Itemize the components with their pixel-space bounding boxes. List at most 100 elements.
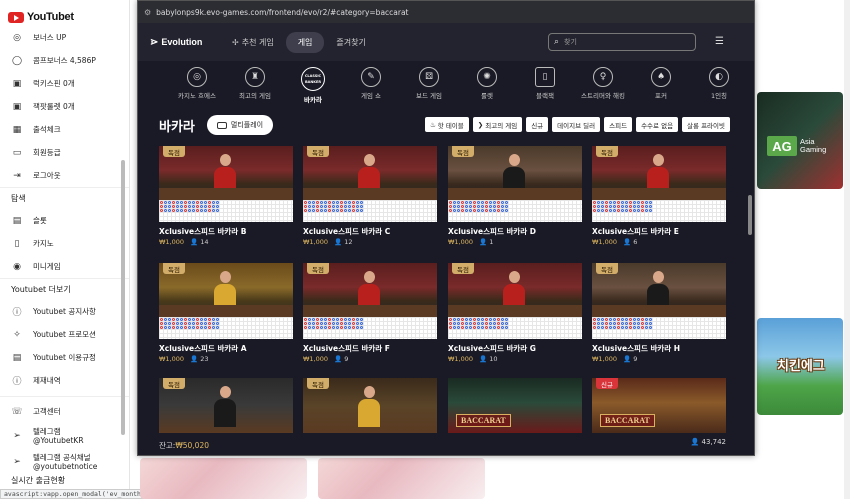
- popup-scrollbar[interactable]: [748, 195, 752, 235]
- sidebar-scrollbar[interactable]: [121, 160, 125, 435]
- player-count: 👤 12: [334, 238, 353, 246]
- bead-road: [159, 200, 293, 222]
- sidebar-item[interactable]: ▦ 출석체크: [0, 118, 129, 141]
- filter-chip[interactable]: 스피드: [604, 117, 633, 132]
- filter-chip[interactable]: 신규: [526, 117, 549, 132]
- exclusive-badge: 독점: [163, 378, 185, 389]
- brand-logo[interactable]: YouTubet: [0, 0, 129, 26]
- sidebar-item[interactable]: ◎ 보너스 UP: [0, 26, 129, 49]
- sparkle-icon: ✧: [13, 329, 21, 340]
- min-bet: ₩1,000: [448, 238, 474, 246]
- game-card[interactable]: 독점 Xclusive스피드 바카라 C ₩1,000 👤 12: [303, 146, 437, 252]
- category-chip[interactable]: ◎ 카지노 흐에스: [168, 67, 226, 100]
- player-count: 👤 14: [190, 238, 209, 246]
- tab-games[interactable]: 게임: [285, 31, 325, 53]
- multi-play-button[interactable]: 멀티플레이: [206, 115, 274, 135]
- category-trophy[interactable]: ♜ 최고의 게임: [226, 67, 284, 100]
- players-icon: 👤: [690, 438, 700, 446]
- url-bar[interactable]: ⚙ babylonps9k.evo-games.com/frontend/evo…: [138, 1, 754, 23]
- multiscreen-icon: [216, 121, 227, 129]
- bead-road: [592, 200, 726, 222]
- game-card[interactable]: 독점 Xclusive스피드 바카라 H ₩1,000 👤 9: [592, 263, 726, 369]
- game-thumbnail[interactable]: [140, 458, 307, 499]
- min-bet: ₩1,000: [159, 355, 185, 363]
- filter-chip[interactable]: 데이지브 딜러: [552, 117, 601, 132]
- tab-favorites[interactable]: 즐겨찾기: [324, 32, 377, 53]
- category-blackjack[interactable]: ▯ 블랙잭: [516, 67, 574, 100]
- sidebar-item[interactable]: ▤ 슬롯: [0, 209, 129, 232]
- cards-icon: ▯: [14, 238, 20, 249]
- menu-icon[interactable]: ☰: [715, 36, 724, 47]
- category-roulette[interactable]: ✺ 룰렛: [458, 67, 516, 100]
- sidebar-item[interactable]: ◯ 콤프보너스 4,586P: [0, 49, 129, 72]
- card-icon: ▭: [12, 147, 22, 158]
- game-thumbnail: 독점: [303, 263, 437, 317]
- evolution-logo[interactable]: ⋗ Evolution: [150, 37, 220, 48]
- sidebar-item[interactable]: ◉ 미니게임: [0, 255, 129, 278]
- player-count: 👤 6: [623, 238, 638, 246]
- filter-chip[interactable]: 살롱 프라이빗: [682, 117, 730, 132]
- filter-chip[interactable]: ♨ 핫 테이블: [424, 117, 469, 132]
- tab-recommended[interactable]: ✢ 추천 게임: [220, 32, 286, 53]
- game-card[interactable]: 독점: [159, 378, 293, 433]
- players-icon: 👤: [623, 238, 632, 246]
- game-card[interactable]: 독점 Xclusive스피드 바카라 B ₩1,000 👤 14: [159, 146, 293, 252]
- game-thumbnail: 독점: [448, 146, 582, 200]
- sidebar-item[interactable]: ▭ 회원등급: [0, 141, 129, 164]
- category-baccarat[interactable]: CLASSIC BANKER 바카라: [284, 67, 342, 104]
- exclusive-badge: 독점: [163, 146, 185, 157]
- section-more: Youtubet 더보기: [0, 278, 129, 300]
- new-badge: 신규: [596, 378, 618, 389]
- game-card[interactable]: 독점 Xclusive스피드 바카라 A ₩1,000 👤 23: [159, 263, 293, 369]
- sidebar-item-telegram[interactable]: ➢ 텔레그램 @YoutubetKR: [0, 423, 129, 449]
- brand-name: YouTubet: [27, 11, 74, 23]
- promo-asia-gaming[interactable]: AG Asia Gaming: [757, 92, 843, 189]
- page-scrollbar[interactable]: [844, 0, 850, 499]
- balance-label: 잔고:: [159, 440, 176, 450]
- game-thumbnail: 독점: [448, 263, 582, 317]
- bead-road: [448, 317, 582, 339]
- sidebar-item[interactable]: ✧ Youtubet 프로모션: [0, 323, 129, 346]
- game-card[interactable]: 독점: [303, 378, 437, 433]
- bead-road: [303, 317, 437, 339]
- sidebar-item[interactable]: ▤ Youtubet 이용규정: [0, 346, 129, 369]
- url-text: babylonps9k.evo-games.com/frontend/evo/r…: [156, 7, 409, 17]
- page-title: 바카라: [159, 119, 195, 135]
- sidebar-item[interactable]: ▯ 카지노: [0, 232, 129, 255]
- logout-icon: ⇥: [13, 170, 21, 181]
- sidebar-item-telegram-channel[interactable]: ➢ 텔레그램 공식채널 @youtubetnotice: [0, 449, 129, 475]
- promo-chicken-egg[interactable]: 치킨에그: [757, 318, 843, 415]
- sidebar-item[interactable]: ⇥ 로그아웃: [0, 164, 129, 187]
- filter-chip[interactable]: ❯ 최고의 게임: [472, 117, 523, 132]
- sidebar-item[interactable]: ▣ 럭키스핀 0개: [0, 72, 129, 95]
- category-firstperson[interactable]: ◐ 1인칭: [690, 67, 748, 100]
- category-microphone[interactable]: ✎ 게임 쇼: [342, 67, 400, 100]
- category-poker[interactable]: ♠ 포커: [632, 67, 690, 100]
- filter-chip[interactable]: 수수료 없음: [636, 117, 679, 132]
- sidebar-item-support[interactable]: ☏ 고객센터: [0, 400, 129, 423]
- min-bet: ₩1,000: [448, 355, 474, 363]
- game-card[interactable]: BACCARAT: [448, 378, 582, 433]
- game-card[interactable]: 신규 BACCARAT: [592, 378, 726, 433]
- document-icon: ▤: [12, 352, 22, 363]
- search-placeholder: 찾기: [564, 38, 577, 46]
- players-icon: 👤: [334, 238, 343, 246]
- category-dice[interactable]: ⚄ 보드 게임: [400, 67, 458, 100]
- game-thumbnail[interactable]: [318, 458, 485, 499]
- game-card[interactable]: 독점 Xclusive스피드 바카라 F ₩1,000 👤 9: [303, 263, 437, 369]
- sidebar-item[interactable]: ▣ 잭팟룰렛 0개: [0, 95, 129, 118]
- sidebar-item[interactable]: ⓘ Youtubet 공지사항: [0, 300, 129, 323]
- sidebar-item[interactable]: ⓘ 제재내역: [0, 369, 129, 392]
- game-card[interactable]: 독점 Xclusive스피드 바카라 G ₩1,000 👤 10: [448, 263, 582, 369]
- evolution-logo-icon: ⋗: [150, 36, 159, 48]
- players-icon: 👤: [479, 238, 488, 246]
- game-card[interactable]: 독점 Xclusive스피드 바카라 D ₩1,000 👤 1: [448, 146, 582, 252]
- category-streamer[interactable]: ♀ 스트리머와 해킹: [574, 67, 632, 100]
- telegram-icon: ➢: [13, 431, 21, 441]
- search-input[interactable]: ⌕ 찾기: [548, 33, 696, 51]
- game-name: Xclusive스피드 바카라 H: [592, 344, 681, 353]
- bead-road: [159, 317, 293, 339]
- target-icon: ◉: [13, 261, 21, 272]
- site-settings-icon[interactable]: ⚙: [144, 8, 151, 17]
- game-card[interactable]: 독점 Xclusive스피드 바카라 E ₩1,000 👤 6: [592, 146, 726, 252]
